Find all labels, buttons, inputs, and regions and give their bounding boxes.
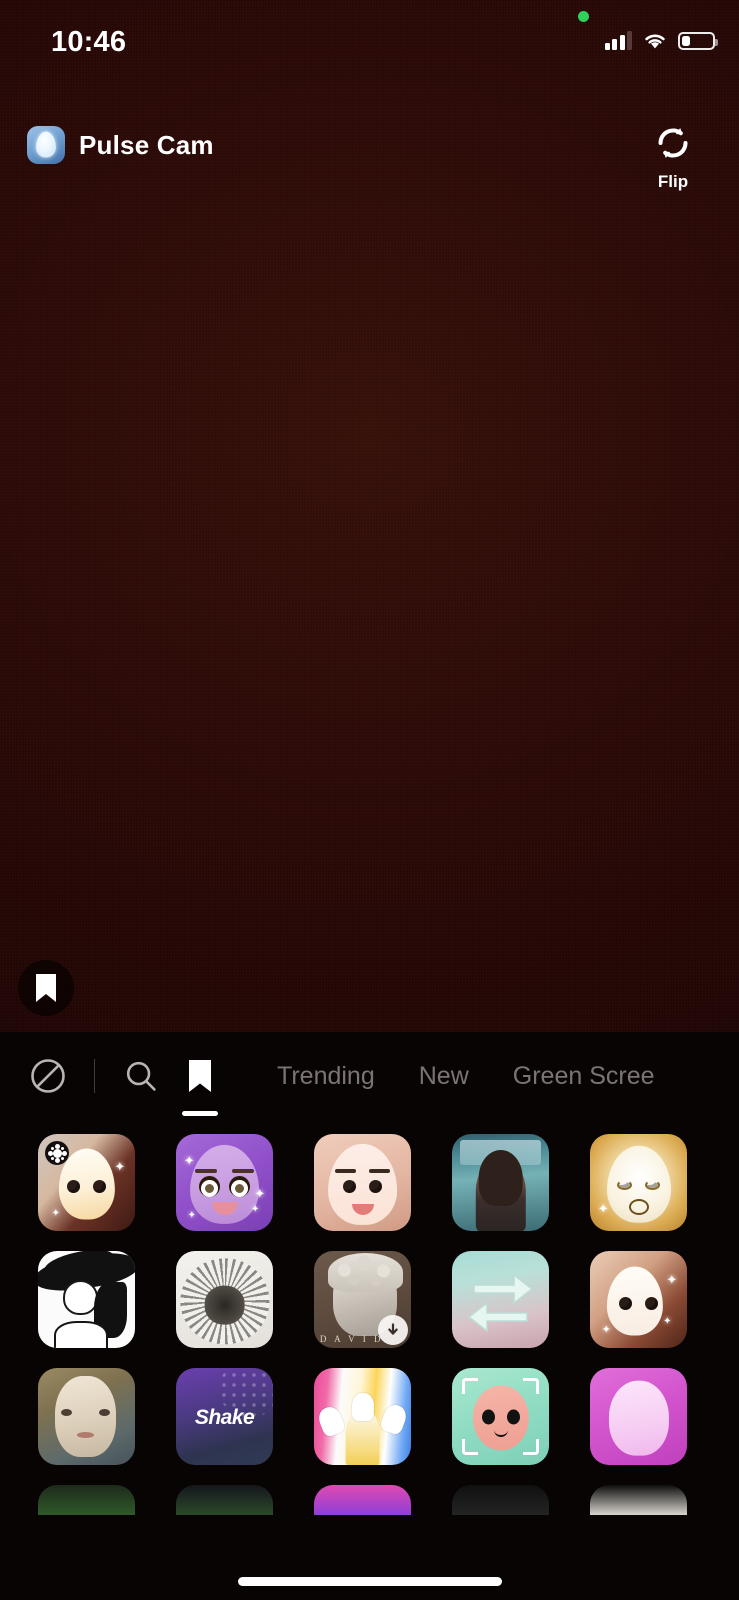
effect-tile-hands-colorful[interactable] bbox=[314, 1368, 411, 1465]
tab-no-effect[interactable] bbox=[22, 1050, 74, 1102]
status-bar-indicators bbox=[604, 31, 718, 50]
effect-grid-row: D A V I D ✦ ✦ ✦ bbox=[0, 1251, 739, 1348]
effect-tile-green-scanner-face[interactable] bbox=[452, 1368, 549, 1465]
bookmark-icon bbox=[36, 974, 56, 1002]
bookmark-icon bbox=[189, 1060, 211, 1092]
effect-tile-partial[interactable] bbox=[314, 1485, 411, 1515]
effect-tile-beige-egg-face[interactable]: ✦ ✦ bbox=[38, 1134, 135, 1231]
no-effect-circle-slash-icon bbox=[31, 1059, 65, 1093]
effect-tile-partial[interactable] bbox=[176, 1485, 273, 1515]
app-brand: Pulse Cam bbox=[27, 126, 214, 164]
flip-camera-button[interactable]: Flip bbox=[633, 120, 713, 192]
david-caption: D A V I D bbox=[319, 1334, 384, 1345]
effect-tile-renaissance-portrait[interactable] bbox=[38, 1368, 135, 1465]
cellular-signal-icon bbox=[604, 31, 632, 50]
app-title: Pulse Cam bbox=[79, 129, 214, 160]
effect-tile-sparkle-skin-face[interactable]: ✦ ✦ ✦ bbox=[590, 1251, 687, 1348]
tab-saved[interactable] bbox=[167, 1046, 233, 1116]
effect-grid-row: ✦ ✦ ✦ ✦ ✦ ✦ ✦ bbox=[0, 1134, 739, 1231]
pulse-cam-app-logo-icon bbox=[27, 126, 65, 164]
effect-tile-teal-portrait-photo[interactable] bbox=[452, 1134, 549, 1231]
tab-search[interactable] bbox=[115, 1050, 167, 1102]
effect-category-tabs[interactable]: Trending New Green Scree bbox=[0, 1032, 739, 1120]
active-tab-indicator bbox=[182, 1111, 218, 1116]
effect-panel: Trending New Green Scree ✦ ✦ ✦ ✦ ✦ ✦ ✦ D… bbox=[0, 1032, 739, 1600]
effect-grid-row: Shake bbox=[0, 1368, 739, 1465]
effect-tile-golden-glow-face[interactable]: ✦ bbox=[590, 1134, 687, 1231]
effect-grid: ✦ ✦ ✦ ✦ ✦ ✦ ✦ D A V I D ✦ ✦ ✦ Shake bbox=[0, 1120, 739, 1515]
effect-tile-purple-glam-doll[interactable]: ✦ ✦ ✦ ✦ bbox=[176, 1134, 273, 1231]
effect-tile-shake[interactable]: Shake bbox=[176, 1368, 273, 1465]
camera-privacy-indicator-icon bbox=[578, 11, 589, 22]
flip-camera-label: Flip bbox=[657, 172, 689, 191]
download-arrow-icon bbox=[388, 1323, 398, 1335]
tab-new[interactable]: New bbox=[419, 1062, 469, 1091]
effect-tile-teal-swap-arrows[interactable] bbox=[452, 1251, 549, 1348]
download-badge[interactable] bbox=[378, 1315, 408, 1345]
effect-tile-comic-woman-hat[interactable] bbox=[38, 1251, 135, 1348]
effect-tile-partial[interactable] bbox=[590, 1485, 687, 1515]
tab-divider bbox=[94, 1059, 95, 1093]
app-header: Pulse Cam Flip bbox=[0, 118, 739, 208]
saved-effects-button[interactable] bbox=[18, 960, 74, 1016]
search-icon bbox=[126, 1061, 156, 1091]
tab-green-screen[interactable]: Green Scree bbox=[513, 1062, 655, 1091]
effect-grid-row-partial bbox=[0, 1485, 739, 1515]
status-bar: 10:46 bbox=[0, 0, 739, 78]
status-bar-clock: 10:46 bbox=[51, 26, 127, 58]
shake-tile-label: Shake bbox=[194, 1406, 255, 1430]
effect-tile-pink-smooth-face[interactable] bbox=[314, 1134, 411, 1231]
battery-icon bbox=[678, 31, 718, 50]
effect-tile-pencil-sunflower-sketch[interactable] bbox=[176, 1251, 273, 1348]
camera-flip-rotate-icon bbox=[658, 128, 688, 158]
effect-tile-partial[interactable] bbox=[452, 1485, 549, 1515]
wifi-icon bbox=[642, 31, 668, 50]
lens-ring-icon bbox=[45, 1141, 69, 1165]
phone-screen: 10:46 Pulse Cam Flip Trending New Green … bbox=[0, 0, 739, 1600]
tab-trending[interactable]: Trending bbox=[277, 1062, 375, 1091]
effect-tile-david-statue[interactable]: D A V I D bbox=[314, 1251, 411, 1348]
effect-tile-partial[interactable] bbox=[38, 1485, 135, 1515]
swap-arrows-icon bbox=[467, 1273, 534, 1333]
effect-tile-magenta-blob-face[interactable] bbox=[590, 1368, 687, 1465]
home-indicator[interactable] bbox=[237, 1577, 502, 1586]
